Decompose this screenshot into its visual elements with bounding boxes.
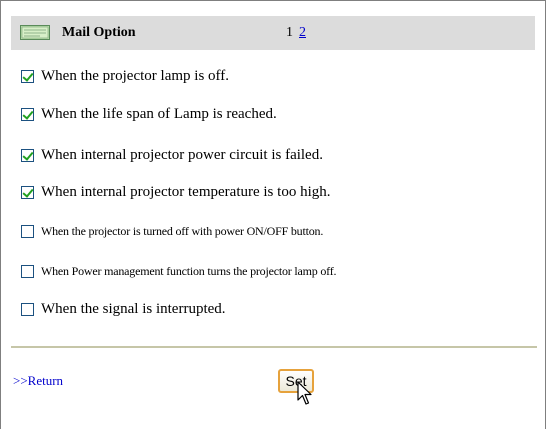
page-title: Mail Option bbox=[62, 25, 136, 40]
option-power-circuit-label: When internal projector power circuit is… bbox=[41, 146, 323, 163]
option-signal-interrupted-label: When the signal is interrupted. bbox=[41, 300, 226, 317]
option-power-management-label: When Power management function turns the… bbox=[41, 263, 337, 278]
option-power-management: When Power management function turns the… bbox=[21, 262, 337, 280]
mail-option-panel: Mail Option 12 When the projector lamp i… bbox=[0, 0, 546, 429]
option-temperature-label: When internal projector temperature is t… bbox=[41, 183, 331, 200]
option-lamp-off-checkbox[interactable] bbox=[21, 69, 34, 83]
mail-option-header: Mail Option 12 bbox=[11, 16, 535, 50]
page-current: 1 bbox=[286, 25, 293, 40]
option-signal-interrupted-checkbox[interactable] bbox=[21, 302, 34, 316]
option-power-button: When the projector is turned off with po… bbox=[21, 222, 323, 240]
option-power-management-checkbox[interactable] bbox=[21, 264, 34, 278]
divider bbox=[11, 346, 537, 348]
option-signal-interrupted: When the signal is interrupted. bbox=[21, 300, 226, 318]
mail-envelope-icon bbox=[20, 25, 50, 40]
return-link[interactable]: >>Return bbox=[13, 373, 63, 389]
option-lamp-lifespan-checkbox[interactable] bbox=[21, 107, 34, 121]
option-lamp-lifespan-label: When the life span of Lamp is reached. bbox=[41, 105, 277, 122]
option-power-circuit: When internal projector power circuit is… bbox=[21, 146, 323, 164]
option-temperature: When internal projector temperature is t… bbox=[21, 183, 330, 201]
pagination: 12 bbox=[286, 25, 306, 41]
option-lamp-lifespan: When the life span of Lamp is reached. bbox=[21, 105, 277, 123]
option-power-button-label: When the projector is turned off with po… bbox=[41, 223, 324, 238]
option-lamp-off: When the projector lamp is off. bbox=[21, 67, 229, 85]
mouse-pointer-icon bbox=[297, 381, 312, 405]
page-link-2[interactable]: 2 bbox=[299, 25, 306, 40]
option-power-circuit-checkbox[interactable] bbox=[21, 148, 34, 162]
option-temperature-checkbox[interactable] bbox=[21, 185, 34, 199]
option-lamp-off-label: When the projector lamp is off. bbox=[41, 67, 229, 84]
option-power-button-checkbox[interactable] bbox=[21, 224, 34, 238]
